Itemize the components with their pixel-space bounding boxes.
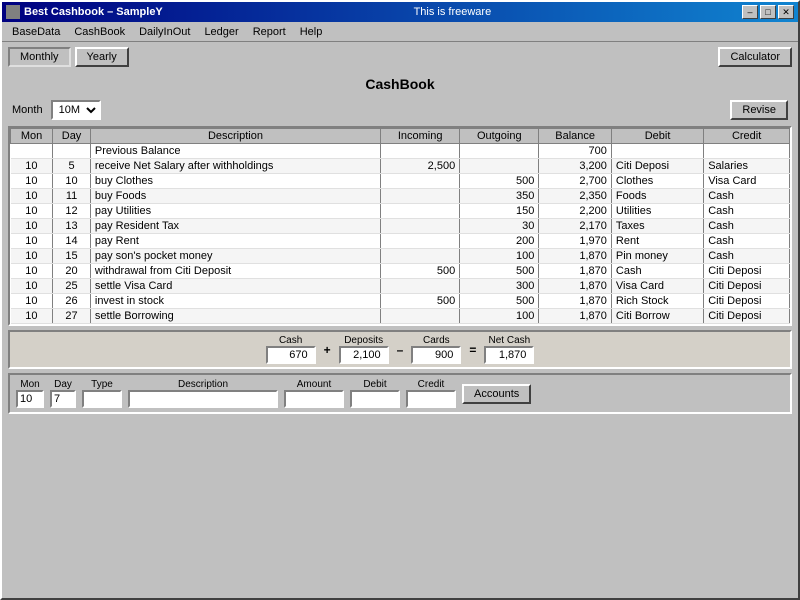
mon-input-label: Mon [20, 379, 39, 390]
cards-group: Cards 900 [411, 335, 461, 364]
calculator-button[interactable]: Calculator [718, 47, 792, 67]
deposits-group: Deposits 2,100 [339, 335, 389, 364]
month-label: Month [12, 104, 43, 116]
page-title: CashBook [8, 76, 792, 92]
table-row[interactable]: Previous Balance700 [11, 144, 790, 159]
cashbook-table-container: Mon Day Description Incoming Outgoing Ba… [8, 126, 792, 326]
table-row[interactable]: 1013pay Resident Tax302,170TaxesCash [11, 219, 790, 234]
amount-input-label: Amount [297, 379, 331, 390]
day-input[interactable] [50, 390, 76, 408]
input-form: Mon Day Type Description Amount Debit [8, 373, 792, 414]
type-input[interactable] [82, 390, 122, 408]
table-row[interactable]: 1025settle Visa Card3001,870Visa CardCit… [11, 279, 790, 294]
credit-input-label: Credit [418, 379, 445, 390]
table-row[interactable]: 105receive Net Salary after withholdings… [11, 159, 790, 174]
amount-input-group: Amount [284, 379, 344, 408]
cash-label: Cash 670 [266, 335, 316, 364]
col-header-balance: Balance [539, 129, 612, 144]
table-row[interactable]: 1011buy Foods3502,350FoodsCash [11, 189, 790, 204]
desc-input[interactable] [128, 390, 278, 408]
debit-input-label: Debit [363, 379, 386, 390]
minimize-button[interactable]: – [742, 5, 758, 19]
equals-op: = [469, 343, 476, 357]
mon-input-group: Mon [16, 379, 44, 408]
col-header-credit: Credit [704, 129, 790, 144]
cash-value: 670 [266, 346, 316, 364]
desc-input-group: Description [128, 379, 278, 408]
deposits-label-group: Deposits 2,100 [339, 335, 389, 364]
cards-label-group: Cards 900 [411, 335, 461, 364]
table-row[interactable]: 1027settle Borrowing1001,870Citi BorrowC… [11, 309, 790, 324]
maximize-button[interactable]: □ [760, 5, 776, 19]
type-input-label: Type [91, 379, 113, 390]
summary-bar: Cash 670 + Deposits 2,100 – Cards 900 = [8, 330, 792, 369]
col-header-mon: Mon [11, 129, 53, 144]
freeware-label: This is freeware [414, 6, 492, 18]
credit-input[interactable] [406, 390, 456, 408]
menu-help[interactable]: Help [294, 24, 329, 40]
revise-button[interactable]: Revise [730, 100, 788, 120]
deposits-value: 2,100 [339, 346, 389, 364]
menu-bar: BaseData CashBook DailyInOut Ledger Repo… [2, 22, 798, 42]
credit-input-group: Credit [406, 379, 456, 408]
window-title: Best Cashbook – SampleY [24, 6, 163, 18]
accounts-button[interactable]: Accounts [462, 384, 531, 404]
month-controls: Month 10M Revise [8, 98, 792, 122]
plus-op: + [324, 343, 331, 357]
table-row[interactable]: 1014pay Rent2001,970RentCash [11, 234, 790, 249]
day-input-label: Day [54, 379, 72, 390]
main-window: Best Cashbook – SampleY This is freeware… [0, 0, 800, 600]
table-row[interactable]: 1026invest in stock5005001,870Rich Stock… [11, 294, 790, 309]
table-row[interactable]: 1012pay Utilities1502,200UtilitiesCash [11, 204, 790, 219]
minus-op: – [397, 343, 404, 357]
col-header-incoming: Incoming [381, 129, 460, 144]
net-cash-value: 1,870 [484, 346, 534, 364]
debit-input[interactable] [350, 390, 400, 408]
col-header-outgoing: Outgoing [460, 129, 539, 144]
monthly-button[interactable]: Monthly [8, 47, 71, 67]
mon-input[interactable] [16, 390, 44, 408]
debit-input-group: Debit [350, 379, 400, 408]
toolbar-left: Monthly Yearly [8, 47, 129, 67]
col-header-desc: Description [90, 129, 380, 144]
menu-ledger[interactable]: Ledger [198, 24, 244, 40]
month-selector-group: Month 10M [12, 100, 101, 120]
month-select[interactable]: 10M [51, 100, 101, 120]
day-input-group: Day [50, 379, 76, 408]
cards-value: 900 [411, 346, 461, 364]
col-header-day: Day [53, 129, 91, 144]
net-cash-label-group: Net Cash 1,870 [484, 335, 534, 364]
desc-input-label: Description [178, 379, 228, 390]
net-cash-group: Net Cash 1,870 [484, 335, 534, 364]
app-icon [6, 5, 20, 19]
type-input-group: Type [82, 379, 122, 408]
cashbook-table: Mon Day Description Incoming Outgoing Ba… [10, 128, 790, 324]
title-bar: Best Cashbook – SampleY This is freeware… [2, 2, 798, 22]
title-bar-left: Best Cashbook – SampleY [6, 5, 163, 19]
menu-cashbook[interactable]: CashBook [68, 24, 131, 40]
table-row[interactable]: 1015pay son's pocket money1001,870Pin mo… [11, 249, 790, 264]
table-row[interactable]: 1010buy Clothes5002,700ClothesVisa Card [11, 174, 790, 189]
menu-report[interactable]: Report [247, 24, 292, 40]
menu-basedata[interactable]: BaseData [6, 24, 66, 40]
content-area: CashBook Month 10M Revise Mon Day Descri… [2, 72, 798, 598]
close-button[interactable]: ✕ [778, 5, 794, 19]
col-header-debit: Debit [611, 129, 703, 144]
menu-dailyinout[interactable]: DailyInOut [133, 24, 196, 40]
toolbar: Monthly Yearly Calculator [2, 42, 798, 72]
title-bar-buttons: – □ ✕ [742, 5, 794, 19]
table-row[interactable]: 1020withdrawal from Citi Deposit5005001,… [11, 264, 790, 279]
amount-input[interactable] [284, 390, 344, 408]
cash-group: Cash 670 [266, 335, 316, 364]
yearly-button[interactable]: Yearly [75, 47, 129, 67]
